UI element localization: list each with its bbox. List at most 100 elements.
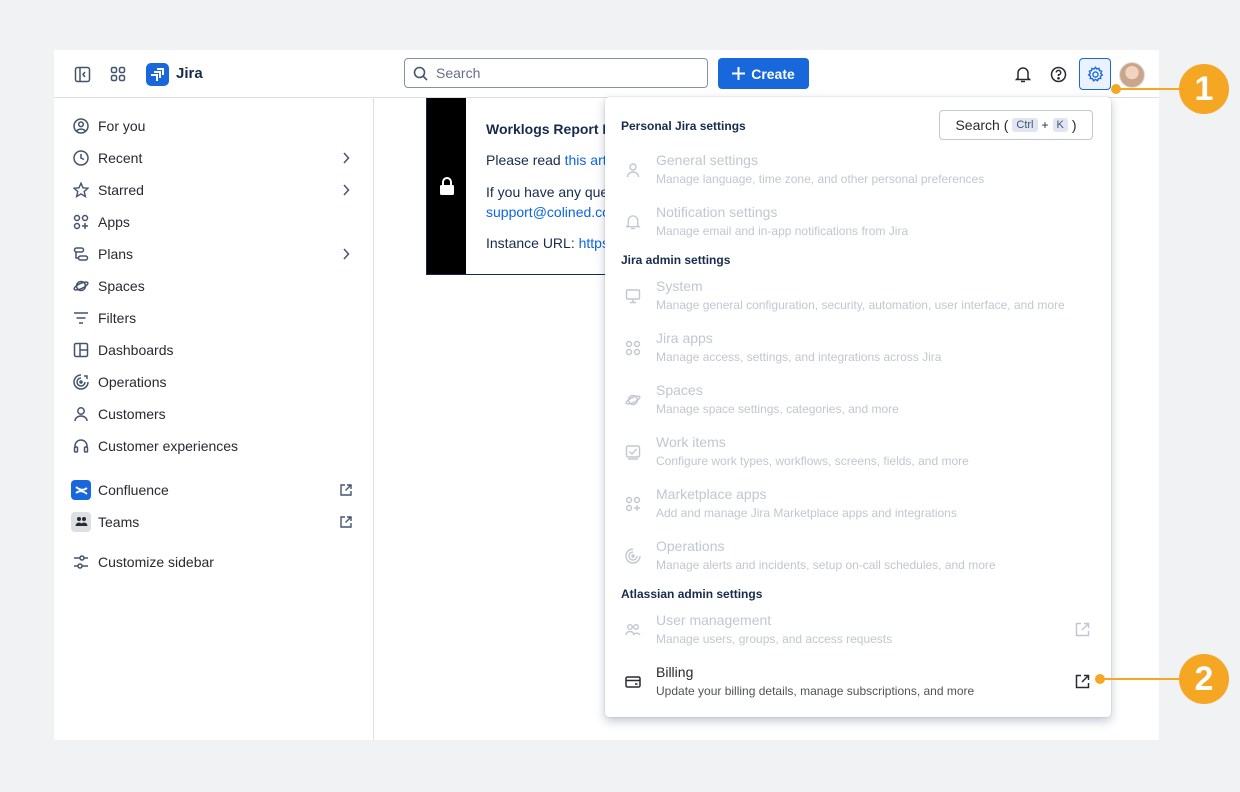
settings-gear-button[interactable] (1079, 58, 1111, 90)
menu-item-title: System (656, 278, 703, 294)
menu-item-jira-apps[interactable]: Jira apps Manage access, settings, and i… (605, 329, 1111, 369)
people-icon (624, 621, 642, 639)
sidebar-item-spaces[interactable]: Spaces (72, 274, 354, 298)
sidebar-item-label: Customers (98, 406, 166, 422)
sidebar-item-plans[interactable]: Plans (72, 242, 354, 266)
notice-text: Instance URL: (486, 235, 579, 251)
callout-1-badge: 1 (1179, 64, 1229, 114)
help-icon[interactable] (1048, 64, 1068, 84)
lock-icon (439, 177, 454, 195)
settings-dropdown: Personal Jira settings Search ( Ctrl + K… (605, 97, 1111, 717)
external-link-icon[interactable] (338, 514, 354, 530)
kbd-plus: + (1041, 118, 1049, 132)
brand-name: Jira (176, 65, 203, 82)
notice-sidebar (427, 98, 466, 274)
menu-item-system[interactable]: System Manage general configuration, sec… (605, 277, 1111, 317)
person-icon (624, 161, 642, 179)
clock-icon (72, 149, 90, 167)
chevron-right-icon[interactable] (338, 182, 354, 198)
menu-item-user-management[interactable]: User management Manage users, groups, an… (605, 611, 1111, 651)
apps-icon (624, 339, 642, 357)
sidebar-item-filters[interactable]: Filters (72, 306, 354, 330)
sidebar-item-customer-experiences[interactable]: Customer experiences (72, 434, 354, 458)
chevron-right-icon[interactable] (338, 150, 354, 166)
settings-search-button[interactable]: Search ( Ctrl + K ) (939, 110, 1093, 140)
support-email-link[interactable]: support@colined.co (486, 204, 610, 220)
menu-item-title: Spaces (656, 382, 703, 398)
sidebar-item-label: For you (98, 118, 146, 134)
gear-icon (1087, 65, 1103, 82)
search-box[interactable] (404, 58, 708, 88)
notice-line-2: If you have any que (486, 184, 609, 200)
confluence-icon (71, 480, 91, 500)
monitor-icon (624, 287, 642, 305)
operations-icon (624, 547, 642, 565)
search-label: Search ( (955, 117, 1009, 133)
notice-link[interactable]: this art (565, 152, 607, 168)
menu-item-billing[interactable]: Billing Update your billing details, man… (605, 663, 1111, 703)
section-atlassian-admin-settings: Atlassian admin settings (621, 587, 763, 601)
sidebar-item-customize-sidebar[interactable]: Customize sidebar (72, 550, 354, 574)
notifications-bell-icon[interactable] (1013, 64, 1033, 84)
section-personal-jira-settings: Personal Jira settings (621, 119, 746, 133)
star-icon (72, 181, 90, 199)
headset-icon (72, 437, 90, 455)
avatar[interactable] (1119, 62, 1145, 88)
callout-1-line (1118, 88, 1180, 90)
create-label: Create (751, 65, 795, 82)
menu-item-general-settings[interactable]: General settings Manage language, time z… (605, 151, 1111, 191)
external-link-icon[interactable] (1073, 672, 1091, 690)
menu-item-notification-settings[interactable]: Notification settings Manage email and i… (605, 203, 1111, 243)
kbd-k: K (1052, 118, 1068, 132)
menu-item-description: Manage access, settings, and integration… (656, 350, 942, 364)
notice-line-4: Instance URL: https (486, 235, 609, 251)
menu-item-title: Work items (656, 434, 726, 450)
sidebar-item-label: Starred (98, 182, 144, 198)
sidebar-item-confluence[interactable]: Confluence (71, 478, 354, 502)
sidebar-item-teams[interactable]: Teams (71, 510, 354, 534)
external-link-icon[interactable] (1073, 620, 1091, 638)
menu-item-spaces[interactable]: Spaces Manage space settings, categories… (605, 381, 1111, 421)
menu-item-marketplace-apps[interactable]: Marketplace apps Add and manage Jira Mar… (605, 485, 1111, 525)
chevron-right-icon[interactable] (338, 246, 354, 262)
app-notice-panel: Worklogs Report I Please read this art I… (426, 98, 628, 275)
credit-card-icon (624, 673, 642, 691)
sidebar-item-starred[interactable]: Starred (72, 178, 354, 202)
sidebar-toggle-icon[interactable] (72, 64, 92, 84)
bell-icon (624, 213, 642, 231)
section-jira-admin-settings: Jira admin settings (621, 253, 731, 267)
menu-item-operations[interactable]: Operations Manage alerts and incidents, … (605, 537, 1111, 577)
sidebar-item-apps[interactable]: Apps (72, 210, 354, 234)
menu-item-description: Manage space settings, categories, and m… (656, 402, 899, 416)
top-navigation: Jira Create (54, 50, 1159, 98)
sidebar-item-customers[interactable]: Customers (72, 402, 354, 426)
create-button[interactable]: Create (718, 58, 809, 89)
app-switcher-icon[interactable] (108, 64, 128, 84)
search-close-paren: ) (1071, 117, 1077, 133)
kbd-ctrl: Ctrl (1012, 118, 1038, 132)
menu-item-description: Manage alerts and incidents, setup on-ca… (656, 558, 996, 572)
plans-icon (72, 245, 90, 263)
menu-item-work-items[interactable]: Work items Configure work types, workflo… (605, 433, 1111, 473)
jira-logo[interactable] (146, 63, 169, 86)
user-circle-icon (72, 117, 90, 135)
menu-item-title: General settings (656, 152, 758, 168)
sidebar-item-operations[interactable]: Operations (72, 370, 354, 394)
callout-2-badge: 2 (1179, 654, 1229, 704)
sidebar-item-label: Plans (98, 246, 134, 262)
menu-item-description: Manage users, groups, and access request… (656, 632, 893, 646)
sidebar-item-label: Customize sidebar (98, 554, 214, 570)
sidebar-item-label: Spaces (98, 278, 145, 294)
sidebar-item-label: Confluence (98, 482, 169, 498)
search-input[interactable] (434, 64, 698, 82)
sidebar-item-dashboards[interactable]: Dashboards (72, 338, 354, 362)
external-link-icon[interactable] (338, 482, 354, 498)
sidebar-item-for-you[interactable]: For you (72, 114, 354, 138)
sidebar-item-recent[interactable]: Recent (72, 146, 354, 170)
menu-item-description: Configure work types, workflows, screens… (656, 454, 969, 468)
customize-icon (72, 553, 90, 571)
notice-text: Please read (486, 152, 565, 168)
apps-icon (72, 213, 90, 231)
dashboard-icon (72, 341, 90, 359)
add-app-icon (624, 495, 642, 513)
